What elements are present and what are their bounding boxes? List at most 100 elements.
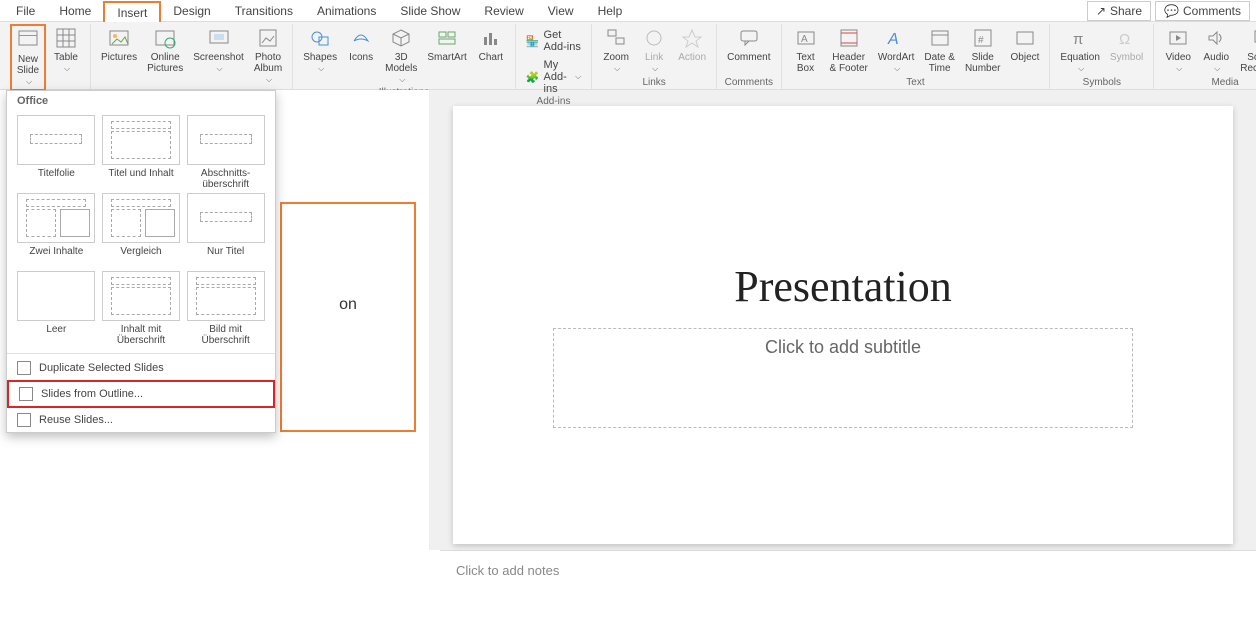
action-button[interactable]: Action — [674, 24, 710, 65]
slides-from-outline-item[interactable]: Slides from Outline... — [7, 380, 275, 408]
chart-button[interactable]: Chart — [473, 24, 509, 65]
table-button[interactable]: Table — [48, 24, 84, 76]
wordart-button[interactable]: AWordArt — [874, 24, 919, 76]
zoom-button[interactable]: Zoom — [598, 24, 634, 76]
layout-inhalt-mit-ueberschrift[interactable]: Inhalt mit Überschrift — [100, 271, 183, 347]
svg-text:π: π — [1073, 31, 1083, 48]
slide-number-icon: # — [971, 26, 995, 50]
date-time-button[interactable]: Date & Time — [920, 24, 959, 76]
svg-text:Ω: Ω — [1119, 31, 1130, 48]
reuse-icon — [17, 413, 31, 427]
tab-insert[interactable]: Insert — [103, 1, 161, 23]
online-pictures-button[interactable]: Online Pictures — [143, 24, 187, 76]
share-button[interactable]: ↗Share — [1087, 1, 1151, 21]
textbox-icon: A — [794, 26, 818, 50]
slide-thumbnail-1[interactable]: on — [280, 202, 416, 432]
icons-icon — [349, 26, 373, 50]
link-button[interactable]: Link — [636, 24, 672, 76]
get-addins-button[interactable]: 🏪Get Add-ins — [522, 28, 585, 54]
comment-button[interactable]: Comment — [723, 24, 774, 65]
screen-recording-button[interactable]: Screen Recording — [1236, 24, 1256, 76]
object-button[interactable]: Object — [1007, 24, 1044, 65]
online-pictures-icon — [153, 26, 177, 50]
my-addins-button[interactable]: 🧩My Add-ins — [522, 58, 585, 96]
layout-nur-titel[interactable]: Nur Titel — [184, 193, 267, 269]
slide-title[interactable]: Presentation — [453, 261, 1233, 312]
smartart-button[interactable]: SmartArt — [423, 24, 470, 65]
tab-review[interactable]: Review — [472, 1, 535, 21]
screenshot-button[interactable]: Screenshot — [189, 24, 248, 76]
group-label-text: Text — [906, 77, 924, 89]
tab-transitions[interactable]: Transitions — [223, 1, 305, 21]
layout-zwei-inhalte[interactable]: Zwei Inhalte — [15, 193, 98, 269]
slide-subtitle-placeholder[interactable]: Click to add subtitle — [553, 328, 1133, 428]
audio-button[interactable]: Audio — [1198, 24, 1234, 76]
slide-canvas[interactable]: Presentation Click to add subtitle — [453, 106, 1233, 544]
layout-abschnitt[interactable]: Abschnitts- überschrift — [184, 115, 267, 191]
tab-help[interactable]: Help — [586, 1, 635, 21]
comments-button[interactable]: 💬Comments — [1155, 1, 1250, 21]
wordart-icon: A — [884, 26, 908, 50]
equation-button[interactable]: πEquation — [1056, 24, 1103, 76]
audio-icon — [1204, 26, 1228, 50]
new-slide-button[interactable]: New Slide — [10, 24, 46, 91]
header-footer-button[interactable]: Header & Footer — [826, 24, 872, 76]
calendar-icon — [928, 26, 952, 50]
object-icon — [1013, 26, 1037, 50]
group-label-comments: Comments — [725, 77, 773, 89]
equation-icon: π — [1068, 26, 1092, 50]
group-label-links: Links — [642, 77, 665, 89]
smartart-icon — [435, 26, 459, 50]
notes-pane[interactable]: Click to add notes — [440, 550, 1256, 612]
header-footer-icon — [837, 26, 861, 50]
tab-file[interactable]: File — [4, 1, 47, 21]
new-slide-icon — [16, 28, 40, 52]
symbol-button[interactable]: ΩSymbol — [1106, 24, 1147, 65]
reuse-slides-item[interactable]: Reuse Slides... — [7, 408, 275, 432]
duplicate-slides-item[interactable]: Duplicate Selected Slides — [7, 356, 275, 380]
comment-icon: 💬 — [1164, 4, 1179, 18]
svg-text:A: A — [887, 31, 899, 48]
textbox-button[interactable]: AText Box — [788, 24, 824, 76]
link-icon — [642, 26, 666, 50]
layout-titelfolie[interactable]: Titelfolie — [15, 115, 98, 191]
table-icon — [54, 26, 78, 50]
photo-album-button[interactable]: Photo Album — [250, 24, 286, 87]
slide-editor: Presentation Click to add subtitle — [430, 90, 1256, 550]
tab-design[interactable]: Design — [161, 1, 222, 21]
photo-album-icon — [256, 26, 280, 50]
layout-bild-mit-ueberschrift[interactable]: Bild mit Überschrift — [184, 271, 267, 347]
3d-models-button[interactable]: 3D Models — [381, 24, 421, 87]
pictures-button[interactable]: Pictures — [97, 24, 141, 65]
screenshot-icon — [207, 26, 231, 50]
new-slide-dropdown: Office Titelfolie Titel und Inhalt Absch… — [6, 90, 276, 433]
store-icon: 🏪 — [526, 33, 540, 49]
menu-bar: File Home Insert Design Transitions Anim… — [0, 0, 1256, 22]
icons-button[interactable]: Icons — [343, 24, 379, 65]
cube-icon — [389, 26, 413, 50]
action-icon — [680, 26, 704, 50]
video-button[interactable]: Video — [1160, 24, 1196, 76]
slide-number-button[interactable]: #Slide Number — [961, 24, 1005, 76]
layout-vergleich[interactable]: Vergleich — [100, 193, 183, 269]
tab-view[interactable]: View — [536, 1, 586, 21]
pictures-icon — [107, 26, 131, 50]
svg-text:A: A — [801, 34, 808, 45]
tab-slideshow[interactable]: Slide Show — [388, 1, 472, 21]
shapes-button[interactable]: Shapes — [299, 24, 341, 76]
screen-recording-icon — [1251, 26, 1256, 50]
video-icon — [1166, 26, 1190, 50]
tab-animations[interactable]: Animations — [305, 1, 388, 21]
group-label-media: Media — [1211, 77, 1238, 89]
tab-home[interactable]: Home — [47, 1, 103, 21]
share-icon: ↗ — [1096, 4, 1106, 18]
shapes-icon — [308, 26, 332, 50]
thumb-text: on — [339, 296, 357, 314]
dropdown-header: Office — [7, 91, 275, 111]
zoom-icon — [604, 26, 628, 50]
duplicate-icon — [17, 361, 31, 375]
comment-bubble-icon — [737, 26, 761, 50]
layout-titel-und-inhalt[interactable]: Titel und Inhalt — [100, 115, 183, 191]
layout-leer[interactable]: Leer — [15, 271, 98, 347]
outline-icon — [19, 387, 33, 401]
